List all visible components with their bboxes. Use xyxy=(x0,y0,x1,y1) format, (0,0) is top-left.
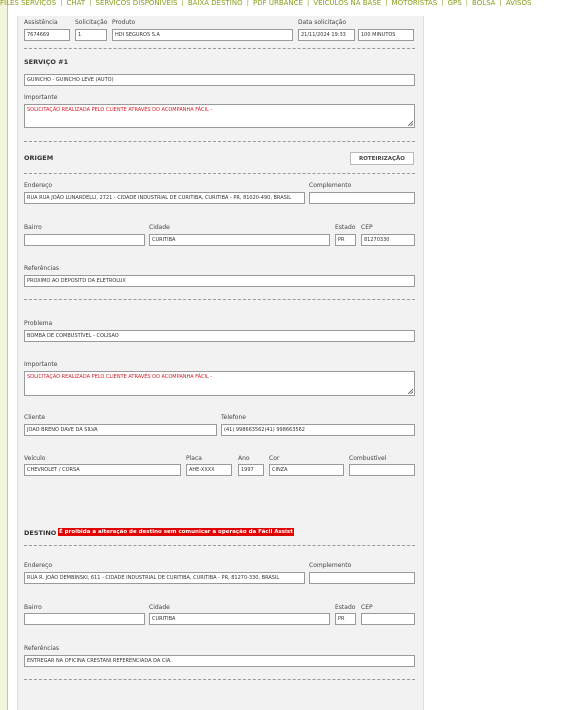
destino-referencias-label: Referências xyxy=(24,645,59,652)
servico-tipo-field[interactable]: GUINCHO - GUINCHO LEVE (AUTO) xyxy=(24,74,415,86)
nav-separator: | xyxy=(181,0,184,6)
servico-title: SERVIÇO #1 xyxy=(24,58,69,66)
placa-field[interactable]: AHE-XXXX xyxy=(186,464,232,476)
nav-item-baixa-destino[interactable]: BAIXA DESTINO xyxy=(188,0,243,6)
destino-complemento-field[interactable] xyxy=(309,572,415,584)
problema-importante-textarea[interactable]: SOLICITAÇÃO REALIZADA PELO CLIENTE ATRAV… xyxy=(24,371,415,396)
combustivel-label: Combustível xyxy=(349,455,387,462)
origem-complemento-field[interactable] xyxy=(309,192,415,204)
placa-label: Placa xyxy=(186,455,202,462)
nav-separator: | xyxy=(246,0,249,6)
cor-label: Cor xyxy=(269,455,280,462)
importante-label: Importante xyxy=(24,94,58,101)
divider xyxy=(24,299,415,300)
nav-separator: | xyxy=(441,0,444,6)
nav-item-pdf-urbance[interactable]: PDF URBANCE xyxy=(253,0,303,6)
origem-cep-label: CEP xyxy=(361,224,373,231)
origem-bairro-field[interactable] xyxy=(24,234,145,246)
destino-bairro-field[interactable] xyxy=(24,613,145,625)
destino-cidade-label: Cidade xyxy=(149,604,170,611)
destino-cidade-field[interactable]: CURITIBA xyxy=(149,613,330,625)
origem-estado-label: Estado xyxy=(335,224,356,231)
nav-separator: | xyxy=(306,0,310,6)
destino-warning-badge: É proibida a alteração de destino sem co… xyxy=(58,528,294,536)
destino-referencias-field[interactable]: ENTREGAR NA OFICINA CRESTANI REFERENCIAD… xyxy=(24,655,415,667)
divider xyxy=(24,679,415,680)
origem-complemento-label: Complemento xyxy=(309,182,352,189)
origem-cep-field[interactable]: 81270330 xyxy=(361,234,415,246)
top-navigation: FILES SERVIÇOS | CHAT | SERVIÇOS DISPONÍVEIS… xyxy=(0,0,581,6)
divider xyxy=(24,545,415,546)
nav-item-chat[interactable]: CHAT xyxy=(66,0,85,6)
solicitacao-field[interactable]: 1 xyxy=(75,29,107,41)
destino-cep-field[interactable] xyxy=(361,613,415,625)
origem-endereco-label: Endereço xyxy=(24,182,53,189)
destino-endereco-label: Endereço xyxy=(24,562,53,569)
servico-importante-textarea[interactable]: SOLICITAÇÃO REALIZADA PELO CLIENTE ATRAV… xyxy=(24,104,415,128)
origem-estado-field[interactable]: PR xyxy=(335,234,356,246)
left-sidebar-strip xyxy=(0,0,8,710)
origem-title: ORIGEM xyxy=(24,154,54,162)
problema-importante-label: Importante xyxy=(24,361,58,368)
resize-grip-icon[interactable] xyxy=(407,120,413,126)
origem-referencias-field[interactable]: PROXIMO AO DEPOSITO DA ELETROLUX xyxy=(24,275,415,287)
divider xyxy=(24,173,415,174)
nav-item-files-servicos[interactable]: FILES SERVIÇOS xyxy=(0,0,56,6)
ano-label: Ano xyxy=(238,455,250,462)
nav-item-servicos-disponiveis[interactable]: SERVIÇOS DISPONÍVEIS xyxy=(96,0,178,6)
nav-separator: | xyxy=(465,0,469,6)
roteirizacao-button[interactable]: ROTEIRIZAÇÃO xyxy=(350,152,414,165)
problema-label: Problema xyxy=(24,320,53,327)
cliente-label: Cliente xyxy=(24,414,46,421)
veiculo-field[interactable]: CHEVROLET / CORSA xyxy=(24,464,181,476)
produto-field[interactable]: HDI SEGUROS S.A xyxy=(112,29,293,41)
problema-importante-text: SOLICITAÇÃO REALIZADA PELO CLIENTE ATRAV… xyxy=(27,374,213,380)
nav-separator: | xyxy=(385,0,388,6)
origem-referencias-label: Referências xyxy=(24,265,59,272)
origem-endereco-field[interactable]: RUA RUA JOÃO LUNARDELLI, 2721 - CIDADE I… xyxy=(24,192,305,204)
solicitacao-label: Solicitação xyxy=(75,19,108,26)
servico-importante-text: SOLICITAÇÃO REALIZADA PELO CLIENTE ATRAV… xyxy=(27,107,213,113)
origem-bairro-label: Bairro xyxy=(24,224,42,231)
cor-field[interactable]: CINZA xyxy=(269,464,344,476)
origem-cidade-field[interactable]: CURITIBA xyxy=(149,234,330,246)
destino-complemento-label: Complemento xyxy=(309,562,352,569)
destino-endereco-field[interactable]: RUA R. JOÃO DEMBINSKI, 611 - CIDADE INDU… xyxy=(24,572,305,584)
tempo-previsto-field[interactable]: 100 MINUTOS xyxy=(358,29,414,41)
telefone-label: Telefone xyxy=(221,414,246,421)
nav-item-bolsa[interactable]: BOLSA xyxy=(472,0,495,6)
produto-label: Produto xyxy=(112,19,136,26)
origem-cidade-label: Cidade xyxy=(149,224,170,231)
data-solicitacao-field[interactable]: 21/11/2024 19:33 xyxy=(298,29,355,41)
destino-cep-label: CEP xyxy=(361,604,373,611)
assistencia-field[interactable]: 7674669 xyxy=(24,29,70,41)
telefone-field[interactable]: (41) 998663562(41) 998663562 xyxy=(221,424,415,436)
problema-field[interactable]: BOMBA DE COMBUSTÍVEL - COLISAO xyxy=(24,330,415,342)
nav-separator: | xyxy=(499,0,502,6)
divider xyxy=(24,141,415,142)
nav-item-gps[interactable]: GPS xyxy=(448,0,462,6)
cliente-field[interactable]: JOAO BRENO DAVE DA SILVA xyxy=(24,424,217,436)
destino-title: DESTINO xyxy=(24,529,57,537)
data-solicitacao-label: Data solicitação xyxy=(298,19,347,26)
ano-field[interactable]: 1997 xyxy=(238,464,264,476)
nav-separator: | xyxy=(60,0,63,6)
assistencia-label: Assistência xyxy=(24,19,58,26)
veiculo-label: Veículo xyxy=(24,455,46,462)
resize-grip-icon[interactable] xyxy=(407,388,413,394)
destino-estado-label: Estado xyxy=(335,604,356,611)
nav-item-veiculos-na-base[interactable]: VEÍCULOS NA BASE xyxy=(313,0,381,6)
combustivel-field[interactable] xyxy=(349,464,415,476)
nav-item-avisos[interactable]: AVISOS xyxy=(506,0,532,6)
destino-estado-field[interactable]: PR xyxy=(335,613,356,625)
nav-item-motoristas[interactable]: MOTORISTAS xyxy=(392,0,438,6)
divider xyxy=(24,48,415,49)
nav-separator: | xyxy=(89,0,92,6)
destino-bairro-label: Bairro xyxy=(24,604,42,611)
